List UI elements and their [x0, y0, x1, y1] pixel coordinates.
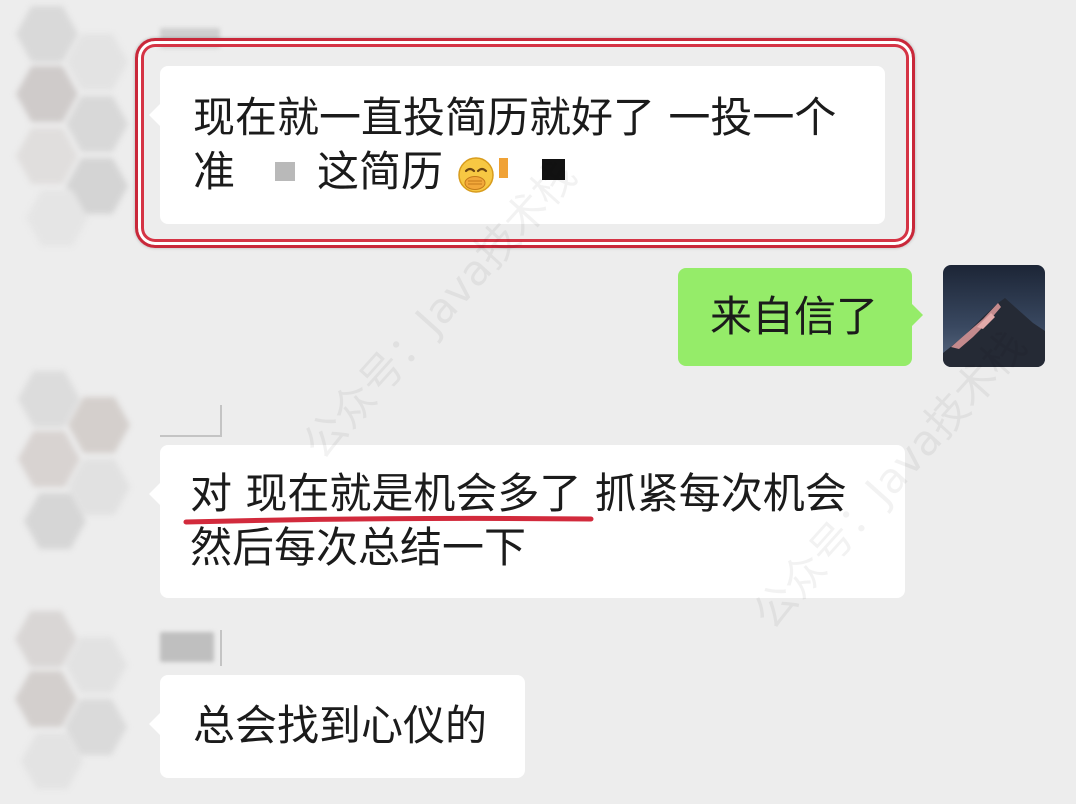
avatar-blur-tile: [66, 34, 128, 90]
contact-avatar[interactable]: [5, 605, 135, 800]
avatar-blur-tile: [16, 128, 78, 184]
avatar-blur-tile: [15, 671, 77, 727]
message-text-line: 然后每次总结一下: [190, 523, 527, 572]
avatar-blur-tile: [65, 637, 127, 693]
highlight-underline: [183, 515, 594, 525]
chat-window[interactable]: 现在就一直投简历就好了 一投一个 准这简历 来自信了 对 现在就是机会多了 抓紧…: [0, 0, 1076, 804]
sender-name: [160, 405, 222, 437]
avatar-blur-tile: [16, 66, 78, 122]
avatar-blur-tile: [66, 96, 128, 152]
highlight-frame: [135, 38, 915, 248]
mountain-avatar-image: [943, 265, 1045, 367]
sender-name-edge: [200, 630, 222, 666]
avatar-blur-tile: [68, 397, 130, 453]
my-avatar[interactable]: [943, 265, 1045, 367]
avatar-blur-tile: [18, 431, 80, 487]
contact-avatar[interactable]: [8, 0, 138, 250]
message-text-line: 来自信了: [710, 292, 879, 341]
contact-avatar[interactable]: [8, 365, 138, 560]
message-bubble-outgoing[interactable]: 来自信了: [678, 268, 923, 366]
avatar-blur-tile: [18, 371, 80, 427]
message-text-line: 总会找到心仪的: [193, 701, 488, 750]
avatar-blur-tile: [16, 6, 78, 62]
avatar-blur-tile: [15, 611, 77, 667]
message-bubble[interactable]: 总会找到心仪的: [149, 675, 525, 778]
